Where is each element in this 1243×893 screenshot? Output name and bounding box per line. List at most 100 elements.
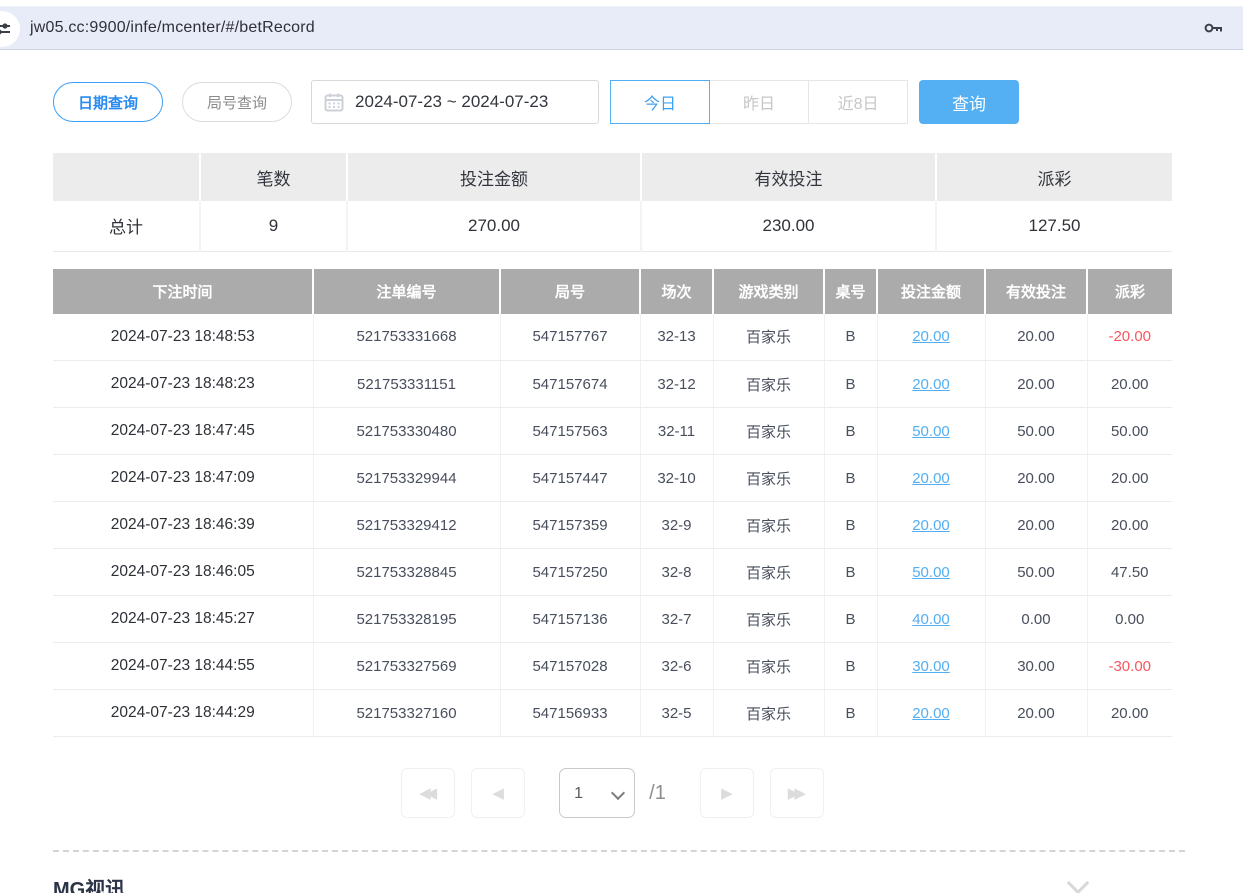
bet-amount-link[interactable]: 40.00: [912, 611, 950, 628]
cell-session: 32-13: [640, 314, 713, 361]
bet-amount-link[interactable]: 20.00: [912, 705, 950, 722]
cell-round-no: 547157359: [500, 502, 640, 549]
date-range-value: 2024-07-23 ~ 2024-07-23: [355, 92, 548, 112]
tune-icon: [0, 19, 12, 39]
col-payout: 派彩: [1087, 269, 1172, 314]
cell-order-no: 521753327160: [313, 690, 500, 737]
cell-table-no: B: [824, 502, 877, 549]
cell-round-no: 547157028: [500, 643, 640, 690]
cell-game-type: 百家乐: [713, 596, 824, 643]
bet-amount-link[interactable]: 50.00: [912, 564, 950, 581]
browser-url-bar[interactable]: jw05.cc:9900/infe/mcenter/#/betRecord: [0, 6, 1243, 50]
cell-session: 32-7: [640, 596, 713, 643]
cell-round-no: 547157674: [500, 361, 640, 408]
bet-amount-link[interactable]: 20.00: [912, 376, 950, 393]
table-row: 2024-07-23 18:48:23 521753331151 5471576…: [53, 361, 1172, 408]
date-query-tab[interactable]: 日期查询: [53, 82, 163, 122]
cell-valid-bet: 0.00: [985, 596, 1087, 643]
chevron-down-icon[interactable]: [1067, 872, 1090, 893]
bet-table-body: 2024-07-23 18:48:53 521753331668 5471577…: [53, 314, 1172, 737]
bet-amount-link[interactable]: 20.00: [912, 517, 950, 534]
date-range-input[interactable]: 2024-07-23 ~ 2024-07-23: [311, 80, 599, 124]
total-pages-label: /1: [649, 782, 666, 805]
next-page-button[interactable]: ▶: [700, 768, 754, 818]
cell-valid-bet: 20.00: [985, 690, 1087, 737]
col-game-type: 游戏类别: [713, 269, 824, 314]
summary-header-count: 笔数: [200, 153, 347, 201]
mg-section-header[interactable]: MG视讯: [53, 873, 1172, 893]
page-select[interactable]: 1: [559, 768, 635, 818]
cell-session: 32-6: [640, 643, 713, 690]
cell-order-no: 521753331668: [313, 314, 500, 361]
page-select-wrap: 1: [559, 768, 635, 818]
cell-order-no: 521753327569: [313, 643, 500, 690]
table-row: 2024-07-23 18:44:29 521753327160 5471569…: [53, 690, 1172, 737]
cell-table-no: B: [824, 408, 877, 455]
col-round-no: 局号: [500, 269, 640, 314]
bet-record-page: 日期查询 局号查询 2024-07-23 ~ 2024-07-23 今日: [0, 80, 1243, 893]
cell-bet-amount: 50.00: [877, 408, 985, 455]
bet-amount-link[interactable]: 50.00: [912, 423, 950, 440]
cell-round-no: 547157250: [500, 549, 640, 596]
cell-payout: 0.00: [1087, 596, 1172, 643]
site-settings-icon[interactable]: [0, 11, 20, 47]
cell-session: 32-9: [640, 502, 713, 549]
table-row: 2024-07-23 18:47:09 521753329944 5471574…: [53, 455, 1172, 502]
cell-bet-time: 2024-07-23 18:48:23: [53, 361, 313, 408]
col-session: 场次: [640, 269, 713, 314]
col-table-no: 桌号: [824, 269, 877, 314]
cell-valid-bet: 20.00: [985, 314, 1087, 361]
cell-payout: 20.00: [1087, 455, 1172, 502]
summary-header-payout: 派彩: [936, 153, 1172, 201]
cell-bet-amount: 40.00: [877, 596, 985, 643]
cell-game-type: 百家乐: [713, 643, 824, 690]
round-query-tab[interactable]: 局号查询: [182, 82, 292, 122]
cell-game-type: 百家乐: [713, 690, 824, 737]
cell-bet-amount: 20.00: [877, 690, 985, 737]
last-page-button[interactable]: ▶▶: [770, 768, 824, 818]
cell-table-no: B: [824, 643, 877, 690]
col-valid-bet: 有效投注: [985, 269, 1087, 314]
bet-amount-link[interactable]: 30.00: [912, 658, 950, 675]
cell-valid-bet: 20.00: [985, 455, 1087, 502]
cell-bet-amount: 30.00: [877, 643, 985, 690]
cell-bet-time: 2024-07-23 18:47:09: [53, 455, 313, 502]
summary-total-row: 总计 9 270.00 230.00 127.50: [53, 201, 1172, 251]
cell-table-no: B: [824, 314, 877, 361]
cell-table-no: B: [824, 549, 877, 596]
pagination: ◀◀ ◀ 1 /1 ▶ ▶▶: [53, 768, 1172, 818]
cell-order-no: 521753329944: [313, 455, 500, 502]
cell-bet-time: 2024-07-23 18:48:53: [53, 314, 313, 361]
password-key-icon[interactable]: [1201, 16, 1225, 40]
first-page-button[interactable]: ◀◀: [401, 768, 455, 818]
today-button[interactable]: 今日: [610, 80, 710, 124]
cell-payout: 50.00: [1087, 408, 1172, 455]
cell-table-no: B: [824, 361, 877, 408]
search-button[interactable]: 查询: [919, 80, 1019, 124]
summary-total-label: 总计: [53, 201, 200, 251]
bet-amount-link[interactable]: 20.00: [912, 470, 950, 487]
yesterday-button[interactable]: 昨日: [709, 80, 809, 124]
cell-valid-bet: 50.00: [985, 549, 1087, 596]
cell-valid-bet: 50.00: [985, 408, 1087, 455]
cell-order-no: 521753328195: [313, 596, 500, 643]
table-row: 2024-07-23 18:48:53 521753331668 5471577…: [53, 314, 1172, 361]
bet-amount-link[interactable]: 20.00: [912, 328, 950, 345]
cell-bet-time: 2024-07-23 18:44:29: [53, 690, 313, 737]
summary-total-count: 9: [200, 201, 347, 251]
url-text[interactable]: jw05.cc:9900/infe/mcenter/#/betRecord: [30, 19, 315, 37]
cell-round-no: 547157767: [500, 314, 640, 361]
cell-order-no: 521753331151: [313, 361, 500, 408]
cell-session: 32-10: [640, 455, 713, 502]
cell-payout: -20.00: [1087, 314, 1172, 361]
cell-bet-time: 2024-07-23 18:47:45: [53, 408, 313, 455]
cell-game-type: 百家乐: [713, 361, 824, 408]
cell-session: 32-5: [640, 690, 713, 737]
last-8-days-button[interactable]: 近8日: [808, 80, 908, 124]
cell-table-no: B: [824, 690, 877, 737]
cell-table-no: B: [824, 455, 877, 502]
cell-order-no: 521753330480: [313, 408, 500, 455]
prev-page-button[interactable]: ◀: [471, 768, 525, 818]
cell-bet-time: 2024-07-23 18:45:27: [53, 596, 313, 643]
cell-bet-amount: 20.00: [877, 314, 985, 361]
